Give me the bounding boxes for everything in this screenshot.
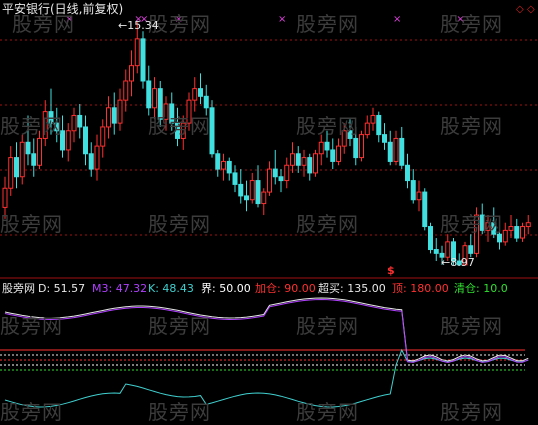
candle (65, 123, 71, 162)
candle (284, 157, 290, 189)
candle (117, 88, 123, 131)
candle (295, 146, 301, 173)
candle (468, 234, 474, 258)
indicator-readout: 顶: 180.00 (392, 282, 449, 295)
candle (399, 126, 405, 170)
candle (71, 107, 77, 143)
candle (94, 134, 100, 181)
indicator-readout: 超买: 135.00 (318, 282, 386, 295)
candle (359, 130, 364, 162)
candle (330, 138, 336, 170)
indicator-readout: 清仓: 10.0 (454, 282, 508, 295)
candle (77, 103, 83, 139)
candle (267, 161, 272, 196)
indicator-readout: M3: 47.32 (92, 282, 148, 295)
candle (382, 123, 387, 150)
top-marker-icon: × (393, 14, 401, 25)
candle (129, 50, 134, 97)
watermark: 股旁网 (440, 114, 503, 138)
indicator-readout: K: 48.43 (148, 282, 194, 295)
candle (31, 138, 37, 177)
candle (8, 146, 14, 196)
candle (514, 218, 520, 242)
candle (410, 169, 416, 204)
candle (88, 142, 94, 177)
candle (106, 96, 111, 139)
candle (428, 222, 433, 254)
candle (318, 134, 324, 166)
indicator-readout: D: 51.57 (38, 282, 86, 295)
watermark: 股旁网 (0, 314, 63, 338)
candle (19, 134, 25, 185)
candle (215, 149, 221, 177)
candle (146, 65, 152, 116)
watermark: 股旁网 (296, 12, 359, 36)
watermark: 股旁网 (296, 114, 359, 138)
top-marker-icon: × (278, 14, 286, 25)
candle (198, 73, 203, 104)
candle (123, 69, 129, 112)
candle (249, 172, 255, 204)
candle (416, 180, 422, 212)
watermark: 股旁网 (148, 314, 211, 338)
candle (14, 142, 19, 189)
candle (502, 222, 508, 246)
lower-levels (0, 349, 525, 371)
watermark: 股旁网 (148, 212, 211, 236)
candle (226, 157, 232, 181)
candle (301, 149, 307, 177)
window-diamond-icon[interactable]: ◇ (516, 4, 524, 15)
candle (278, 169, 284, 193)
watermark: 股旁网 (440, 212, 503, 236)
low-price-label: ←8.97 (441, 256, 475, 269)
candle (100, 119, 106, 158)
candle (376, 111, 382, 143)
candle (422, 188, 428, 231)
candle (290, 142, 295, 173)
candle (336, 138, 341, 166)
watermark: 股旁网 (296, 314, 359, 338)
chart-title: 平安银行(日线,前复权) (2, 2, 124, 16)
candle (525, 215, 531, 235)
indicator-readout: 界: 50.00 (201, 282, 251, 295)
candle (393, 130, 399, 166)
candle (508, 215, 514, 239)
candle (272, 149, 278, 185)
window-diamond-icon[interactable]: ◇ (527, 4, 535, 15)
candle (313, 149, 318, 177)
watermark: 股旁网 (296, 212, 359, 236)
low-price-value: 8.97 (450, 256, 475, 269)
indicator-name: 股旁网 (2, 282, 35, 295)
candle (370, 107, 376, 131)
watermark: 股旁网 (0, 212, 63, 236)
signal-marker: $ (387, 264, 395, 277)
candle (83, 115, 88, 166)
candle (238, 169, 244, 204)
candle (261, 188, 267, 216)
candle (111, 92, 117, 135)
candle (232, 165, 238, 193)
candle (433, 238, 439, 262)
candle (140, 31, 146, 89)
candle (221, 153, 226, 181)
watermark: 股旁网 (440, 314, 503, 338)
watermark: 股旁网 (148, 114, 211, 138)
candle (192, 77, 198, 112)
candle (364, 115, 370, 139)
watermark: 股旁网 (0, 114, 63, 138)
high-price-value: 15.34 (127, 19, 159, 32)
candle (387, 130, 393, 166)
high-price-label: ←15.34 (118, 19, 159, 32)
watermark: 股旁网 (440, 12, 503, 36)
indicator-readout: 加仓: 90.00 (255, 282, 316, 295)
candle (307, 153, 313, 181)
candle (405, 153, 410, 189)
candle (520, 222, 525, 242)
candle (255, 165, 261, 208)
candle (244, 180, 249, 212)
